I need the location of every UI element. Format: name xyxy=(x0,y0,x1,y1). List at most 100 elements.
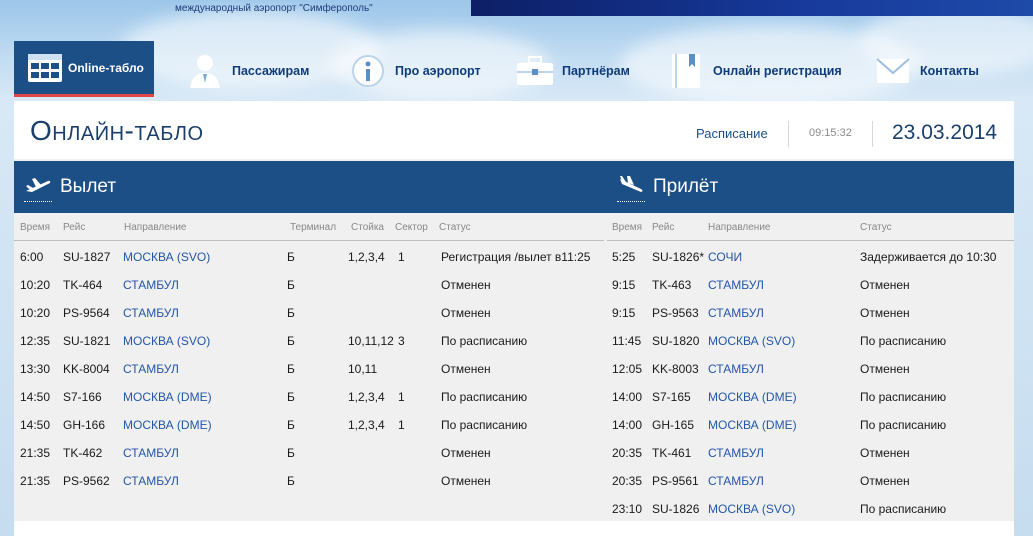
main-panel: Онлайн-табло Расписание 09:15:32 23.03.2… xyxy=(14,101,1014,536)
cell-status: Задерживается до 10:30 xyxy=(860,250,997,264)
cell-sector: 3 xyxy=(398,334,405,348)
cell-destination[interactable]: СТАМБУЛ xyxy=(708,446,764,460)
departures-title: Вылет xyxy=(60,176,117,197)
table-row: 12:05 KK-8003 СТАМБУЛ Отменен xyxy=(607,354,1014,382)
table-row: 10:20 TK-464 СТАМБУЛ Б Отменен xyxy=(14,270,604,298)
cell-destination[interactable]: СТАМБУЛ xyxy=(708,362,764,376)
nav-item-about[interactable]: Про аэропорт xyxy=(349,41,481,100)
cell-status: По расписанию xyxy=(860,334,947,348)
cell-destination[interactable]: МОСКВА (DME) xyxy=(123,390,212,404)
cell-destination[interactable]: МОСКВА (SVO) xyxy=(123,250,210,264)
col-status: Статус xyxy=(860,222,892,233)
arrival-plane-icon xyxy=(617,175,645,202)
cell-flight: SU-1821 xyxy=(63,334,111,348)
cell-destination[interactable]: СТАМБУЛ xyxy=(123,362,179,376)
departures-header: Вылет xyxy=(24,161,116,213)
col-flight: Рейс xyxy=(652,222,675,233)
cell-flight: PS-9562 xyxy=(63,474,110,488)
briefcase-icon xyxy=(516,52,554,90)
cell-counter: 10,11,12 xyxy=(348,334,394,348)
cell-time: 20:35 xyxy=(612,474,643,488)
book-icon xyxy=(667,52,705,90)
cell-flight: TK-464 xyxy=(63,278,103,292)
cell-destination[interactable]: МОСКВА (DME) xyxy=(708,390,797,404)
cell-flight: GH-165 xyxy=(652,418,695,432)
title-bar: Онлайн-табло Расписание 09:15:32 23.03.2… xyxy=(14,101,1014,159)
cell-status: Отменен xyxy=(441,362,491,376)
col-terminal: Терминал xyxy=(290,222,337,233)
top-banner xyxy=(471,0,1033,16)
cell-terminal: Б xyxy=(287,334,295,348)
cell-destination[interactable]: СТАМБУЛ xyxy=(123,306,179,320)
cell-terminal: Б xyxy=(287,390,295,404)
cell-flight: SU-1826* xyxy=(652,250,705,264)
table-row: 20:35 PS-9561 СТАМБУЛ Отменен xyxy=(607,466,1014,494)
cell-time: 12:05 xyxy=(612,362,643,376)
cell-flight: KK-8003 xyxy=(652,362,699,376)
nav-item-online-board[interactable]: Online-табло xyxy=(14,41,154,97)
passenger-icon xyxy=(186,52,224,90)
cell-terminal: Б xyxy=(287,474,295,488)
table-row: 9:15 TK-463 СТАМБУЛ Отменен xyxy=(607,270,1014,298)
table-row: 21:35 PS-9562 СТАМБУЛ Б Отменен xyxy=(14,466,604,494)
cell-status: По расписанию xyxy=(441,390,528,404)
cell-destination[interactable]: МОСКВА (DME) xyxy=(708,418,797,432)
cell-time: 5:25 xyxy=(612,250,636,264)
cell-time: 20:35 xyxy=(612,446,643,460)
cell-flight: S7-165 xyxy=(652,390,691,404)
departure-plane-icon xyxy=(24,175,52,202)
page-title: Онлайн-табло xyxy=(30,115,204,146)
cell-destination[interactable]: МОСКВА (DME) xyxy=(123,418,212,432)
cell-flight: GH-166 xyxy=(63,418,106,432)
cell-sector: 1 xyxy=(398,418,405,432)
cell-destination[interactable]: СОЧИ xyxy=(708,250,742,264)
schedule-link[interactable]: Расписание xyxy=(696,126,768,141)
cell-time: 9:15 xyxy=(612,278,636,292)
cell-destination[interactable]: СТАМБУЛ xyxy=(123,278,179,292)
cell-destination[interactable]: СТАМБУЛ xyxy=(123,474,179,488)
bottom-strip xyxy=(14,521,1014,536)
nav-item-partners[interactable]: Партнёрам xyxy=(516,41,630,100)
cell-time: 14:00 xyxy=(612,390,643,404)
cell-flight: SU-1827 xyxy=(63,250,111,264)
cell-time: 6:00 xyxy=(20,250,44,264)
nav-item-passengers[interactable]: Пассажирам xyxy=(186,41,309,100)
cell-flight: PS-9563 xyxy=(652,306,699,320)
cell-flight: TK-462 xyxy=(63,446,103,460)
col-time: Время xyxy=(20,222,51,233)
current-date: 23.03.2014 xyxy=(892,121,998,144)
cell-terminal: Б xyxy=(287,362,295,376)
cell-destination[interactable]: СТАМБУЛ xyxy=(708,474,764,488)
cell-time: 13:30 xyxy=(20,362,51,376)
table-row: 14:00 GH-165 МОСКВА (DME) По расписанию xyxy=(607,410,1014,438)
cell-flight: SU-1820 xyxy=(652,334,700,348)
board-icon xyxy=(26,49,64,87)
info-icon xyxy=(349,52,387,90)
cell-time: 9:15 xyxy=(612,306,636,320)
cell-destination[interactable]: МОСКВА (SVO) xyxy=(123,334,210,348)
nav-item-online-checkin[interactable]: Онлайн регистрация xyxy=(667,41,842,100)
cell-status: Отменен xyxy=(441,446,491,460)
cell-flight: TK-463 xyxy=(652,278,692,292)
cell-destination[interactable]: МОСКВА (SVO) xyxy=(708,334,795,348)
cell-counter: 10,11 xyxy=(348,362,378,376)
nav-label: Пассажирам xyxy=(232,63,310,78)
cell-destination[interactable]: СТАМБУЛ xyxy=(708,306,764,320)
nav-label: Онлайн регистрация xyxy=(713,63,842,78)
arrivals-header: Прилёт xyxy=(617,161,718,213)
sections-header: Вылет Прилёт xyxy=(14,161,1014,213)
cell-destination[interactable]: СТАМБУЛ xyxy=(123,446,179,460)
cell-destination[interactable]: МОСКВА (SVO) xyxy=(708,502,795,516)
cell-time: 12:35 xyxy=(20,334,51,348)
current-time: 09:15:32 xyxy=(809,127,852,139)
table-row: 10:20 PS-9564 СТАМБУЛ Б Отменен xyxy=(14,298,604,326)
cell-status: Отменен xyxy=(860,446,910,460)
cell-destination[interactable]: СТАМБУЛ xyxy=(708,278,764,292)
nav-item-contacts[interactable]: Контакты xyxy=(874,41,979,100)
main-nav: Online-табло Пассажирам Про аэропорт Пар… xyxy=(14,41,1014,100)
cell-status: По расписанию xyxy=(860,390,947,404)
col-destination: Направление xyxy=(708,222,771,233)
envelope-icon xyxy=(874,52,912,90)
cell-terminal: Б xyxy=(287,418,295,432)
cell-flight: PS-9561 xyxy=(652,474,699,488)
